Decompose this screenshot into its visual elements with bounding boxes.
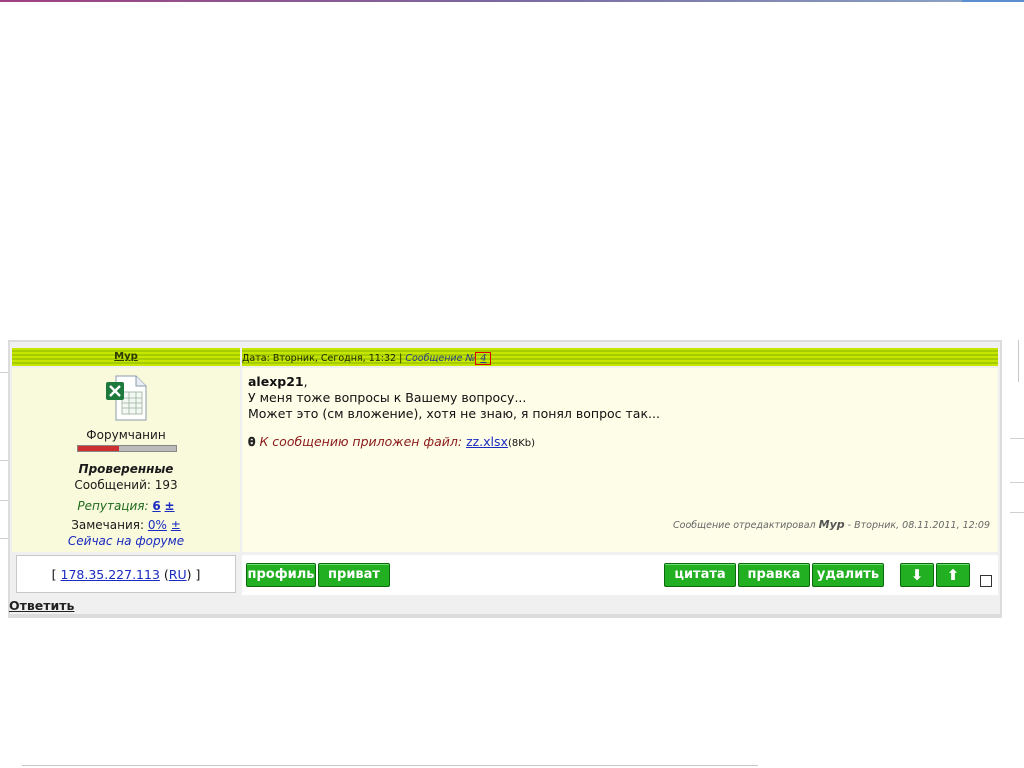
- warnings-value-link[interactable]: 0%: [148, 518, 167, 532]
- reputation-label: Репутация:: [77, 499, 149, 513]
- excel-file-icon: [106, 375, 147, 421]
- message-text: alexp21, У меня тоже вопросы к Вашему во…: [248, 374, 660, 422]
- grid-line: [1010, 512, 1024, 513]
- top-border-line: [0, 0, 1024, 2]
- online-status: Сейчас на форуме: [67, 534, 185, 548]
- message-line-1: У меня тоже вопросы к Вашему вопросу...: [248, 390, 527, 405]
- top-border-accent: [962, 0, 1024, 2]
- post-date-line: Дата: Вторник, Сегодня, 11:32 | Сообщени…: [242, 352, 492, 365]
- post-date: Дата: Вторник, Сегодня, 11:32 |: [242, 353, 406, 364]
- message-line-2: Может это (см вложение), хотя не знаю, я…: [248, 406, 660, 421]
- attachment-file-link[interactable]: zz.xlsx: [466, 434, 508, 449]
- author-name-link[interactable]: Мур: [12, 351, 240, 362]
- warnings-row: Замечания: 0% ±: [12, 518, 240, 532]
- grid-line: [1010, 438, 1024, 439]
- ip-address-link[interactable]: 178.35.227.113: [61, 567, 160, 582]
- profile-button[interactable]: профиль: [246, 563, 316, 587]
- ip-close-bracket: ]: [191, 567, 201, 582]
- rank-progress-bar: [77, 445, 177, 452]
- scroll-up-button[interactable]: ⬆: [936, 563, 970, 587]
- user-rank: Форумчанин: [86, 428, 166, 442]
- attachment-row: 𝛉К сообщению приложен файл: zz.xlsx(8Kb): [248, 434, 535, 450]
- grid-line: [0, 460, 8, 461]
- edited-prefix: Сообщение отредактировал: [673, 520, 816, 531]
- message-label: Сообщение №: [405, 353, 476, 364]
- reply-link[interactable]: Ответить: [9, 598, 74, 613]
- addressee-nick[interactable]: alexp21: [248, 374, 304, 389]
- arrow-up-icon: ⬆: [946, 566, 960, 584]
- paperclip-icon: 𝛉: [248, 434, 256, 449]
- reputation-value-link[interactable]: 6: [152, 499, 160, 513]
- grid-line: [0, 538, 8, 539]
- edited-date: - Вторник, 08.11.2011, 12:09: [847, 520, 990, 531]
- delete-button[interactable]: удалить: [812, 563, 884, 587]
- reputation-plusminus-link[interactable]: ±: [165, 499, 175, 513]
- ip-panel: [ 178.35.227.113 (RU) ]: [16, 555, 236, 593]
- message-number-link[interactable]: 4: [475, 352, 492, 365]
- scroll-down-button[interactable]: ⬇: [900, 563, 934, 587]
- message-body-panel: alexp21, У меня тоже вопросы к Вашему во…: [242, 368, 998, 552]
- warnings-label: Замечания:: [71, 518, 145, 532]
- grid-line: [0, 500, 8, 501]
- select-post-checkbox[interactable]: [980, 575, 992, 587]
- addressee-comma: ,: [303, 374, 308, 389]
- forum-post-inner: Мур Дата: Вторник, Сегодня, 11:32 | Сооб…: [10, 342, 1000, 614]
- post-actions-bar: профиль приват цитата правка удалить ⬇ ⬆: [242, 555, 998, 595]
- country-link[interactable]: RU: [169, 567, 187, 582]
- private-message-button[interactable]: приват: [318, 563, 390, 587]
- attachment-size: (8Kb): [507, 438, 536, 449]
- rank-progress-fill: [78, 446, 120, 451]
- user-group: Проверенные: [78, 462, 174, 476]
- edited-by-name: Мур: [818, 518, 845, 531]
- attachment-label: К сообщению приложен файл:: [259, 434, 463, 449]
- edit-button[interactable]: правка: [738, 563, 810, 587]
- forum-post: Мур Дата: Вторник, Сегодня, 11:32 | Сооб…: [8, 340, 1002, 618]
- bottom-divider: [22, 765, 758, 766]
- ip-line: [ 178.35.227.113 (RU) ]: [51, 567, 201, 582]
- author-profile-panel: Форумчанин Проверенные Сообщений: 193 Ре…: [12, 368, 240, 552]
- quote-button[interactable]: цитата: [664, 563, 736, 587]
- right-edge-border: [1018, 340, 1024, 382]
- grid-line: [1010, 482, 1024, 483]
- ip-open-bracket: [: [51, 567, 61, 582]
- arrow-down-icon: ⬇: [910, 566, 924, 584]
- posts-count: Сообщений: 193: [74, 478, 178, 492]
- warnings-plusminus-link[interactable]: ±: [171, 518, 181, 532]
- reputation-row: Репутация: 6 ±: [12, 499, 240, 513]
- post-header-author: Мур: [12, 348, 240, 366]
- grid-line: [0, 372, 8, 373]
- post-header-date: Дата: Вторник, Сегодня, 11:32 | Сообщени…: [242, 348, 998, 366]
- edited-note: Сообщение отредактировал Мур - Вторник, …: [673, 518, 990, 531]
